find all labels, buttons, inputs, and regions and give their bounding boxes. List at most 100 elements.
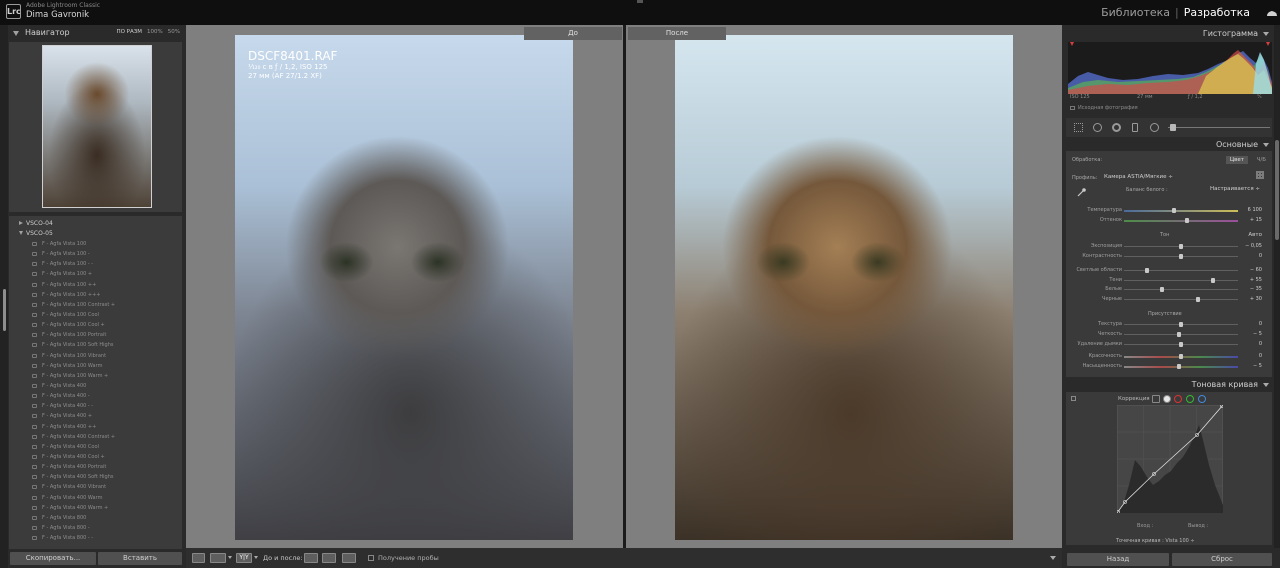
previous-button[interactable]: Назад [1067, 553, 1169, 566]
preset-item[interactable]: F - Agfa Vista 400 Warm + [9, 503, 182, 513]
zoom-100[interactable]: 100% [147, 29, 163, 35]
profile-dropdown[interactable]: Камера ASTIA/Мягкие ÷ [1104, 174, 1173, 180]
slider-track[interactable] [1124, 270, 1238, 271]
grid-view-button[interactable] [210, 553, 226, 563]
slider-track[interactable] [1124, 334, 1238, 335]
tone-curve-header[interactable]: Тоновая кривая [1066, 379, 1272, 391]
brush-slider-knob[interactable] [1170, 124, 1176, 131]
module-develop[interactable]: Разработка [1184, 6, 1250, 19]
preset-item[interactable]: F - Agfa Vista 400 ++ [9, 422, 182, 432]
slider-knob[interactable] [1176, 364, 1181, 369]
preset-item[interactable]: F - Agfa Vista 400 + [9, 411, 182, 421]
slider-value[interactable]: 0 [1259, 341, 1262, 347]
preset-item[interactable]: F - Agfa Vista 100 [9, 239, 182, 249]
soft-proofing-checkbox[interactable] [368, 555, 374, 561]
reset-button[interactable]: Сброс [1172, 553, 1272, 566]
slider-value[interactable]: − 35 [1250, 286, 1262, 292]
slider-value[interactable]: 6 100 [1248, 207, 1262, 213]
navigator-header[interactable]: Навигатор ПО РАЗМ 100% 50% [9, 27, 184, 41]
preset-item[interactable]: F - Agfa Vista 400 [9, 381, 182, 391]
preset-item[interactable]: F - Agfa Vista 100 Vibrant [9, 351, 182, 361]
preset-item[interactable]: F - Agfa Vista 100 Warm + [9, 371, 182, 381]
preset-item[interactable]: F - Agfa Vista 100 ++ [9, 280, 182, 290]
slider-knob[interactable] [1172, 208, 1177, 213]
slider-knob[interactable] [1184, 218, 1189, 223]
slider-knob[interactable] [1179, 342, 1183, 347]
slider-value[interactable]: − 60 [1250, 267, 1262, 273]
preset-item[interactable]: F - Agfa Vista 100 +++ [9, 290, 182, 300]
paste-settings-button[interactable]: Вставить [98, 552, 182, 565]
collapse-triangle-icon[interactable] [1263, 143, 1269, 147]
slider-knob[interactable] [1196, 297, 1201, 302]
slider-value[interactable]: − 5 [1253, 331, 1262, 337]
preset-group-vsco-05[interactable]: VSCO-05 [19, 230, 53, 237]
zoom-fit[interactable]: ПО РАЗМ [116, 29, 142, 35]
preset-item[interactable]: F - Agfa Vista 400 Portrait [9, 462, 182, 472]
preset-item[interactable]: F - Agfa Vista 400 Soft Highs [9, 472, 182, 482]
top-panel-toggle[interactable] [637, 0, 643, 3]
collapse-triangle-icon[interactable] [13, 31, 19, 36]
auto-tone-button[interactable]: Авто [1248, 232, 1262, 238]
preset-item[interactable]: F - Agfa Vista 400 - [9, 391, 182, 401]
preset-item[interactable]: F - Agfa Vista 400 Contrast + [9, 432, 182, 442]
slider-value[interactable]: + 15 [1250, 217, 1262, 223]
treatment-bw-button[interactable]: Ч/Б [1257, 157, 1266, 163]
slider-track[interactable] [1124, 299, 1238, 300]
navigator-thumbnail[interactable] [42, 45, 152, 208]
slider-knob[interactable] [1159, 287, 1164, 292]
graduated-filter-icon[interactable] [1132, 123, 1138, 132]
loupe-view-button[interactable] [192, 553, 205, 563]
slider-knob[interactable] [1210, 278, 1215, 283]
basic-header[interactable]: Основные [1066, 139, 1272, 151]
swap-before-after-button[interactable] [342, 553, 356, 563]
copy-before-to-after-button[interactable] [304, 553, 318, 563]
preset-item[interactable]: F - Agfa Vista 100 Soft Highs [9, 340, 182, 350]
user-name[interactable]: Dima Gavronik [26, 10, 89, 20]
left-panel-scroll-grip[interactable] [3, 289, 6, 331]
original-photo-checkbox[interactable] [1070, 106, 1075, 110]
toolbar-menu-icon[interactable] [1050, 556, 1056, 560]
copy-settings-button[interactable]: Скопировать... [10, 552, 96, 565]
slider-track[interactable] [1124, 289, 1238, 290]
point-curve-rgb-icon[interactable] [1163, 395, 1171, 403]
preset-item[interactable]: F - Agfa Vista 400 Warm [9, 493, 182, 503]
preset-item[interactable]: F - Agfa Vista 400 Cool + [9, 452, 182, 462]
chevron-down-icon[interactable] [228, 556, 232, 559]
right-panel-scroll-thumb[interactable] [1275, 140, 1279, 240]
slider-value[interactable]: − 5 [1253, 363, 1262, 369]
slider-knob[interactable] [1176, 332, 1181, 337]
preset-item[interactable]: F - Agfa Vista 400 Cool [9, 442, 182, 452]
preset-group-vsco-04[interactable]: VSCO-04 [19, 220, 53, 227]
slider-track[interactable] [1124, 210, 1238, 212]
slider-track[interactable] [1124, 220, 1238, 222]
slider-value[interactable]: + 55 [1250, 277, 1262, 283]
tone-curve-toggle[interactable] [1071, 396, 1076, 401]
slider-value[interactable]: − 0,05 [1245, 243, 1262, 249]
preset-item[interactable]: F - Agfa Vista 400 Vibrant [9, 482, 182, 492]
slider-knob[interactable] [1179, 254, 1183, 259]
chevron-down-icon[interactable] [254, 556, 258, 559]
before-photo[interactable]: DSCF8401.RAF ¹⁄₁₂₀ с в ƒ / 1,2, ISO 125 … [235, 35, 573, 540]
histogram-header[interactable]: Гистограмма [1066, 28, 1272, 40]
before-after-side-by-side-button[interactable]: Y|Y [236, 553, 252, 563]
eyedropper-icon[interactable] [1076, 187, 1087, 198]
treatment-color-button[interactable]: Цвет [1225, 156, 1248, 164]
zoom-50[interactable]: 50% [168, 29, 180, 35]
point-curve-preset-dropdown[interactable]: Точечная кривая : Vista 100 ÷ [1116, 538, 1195, 544]
slider-knob[interactable] [1144, 268, 1149, 273]
red-eye-icon[interactable] [1112, 123, 1121, 132]
preset-item[interactable]: F - Agfa Vista 800 [9, 513, 182, 523]
profile-browser-icon[interactable] [1256, 171, 1264, 179]
slider-value[interactable]: 0 [1259, 353, 1262, 359]
preset-item[interactable]: F - Agfa Vista 100 - - [9, 259, 182, 269]
slider-value[interactable]: 0 [1259, 321, 1262, 327]
preset-item[interactable]: F - Agfa Vista 100 Cool + [9, 320, 182, 330]
spot-removal-icon[interactable] [1093, 123, 1102, 132]
preset-item[interactable]: F - Agfa Vista 100 Warm [9, 361, 182, 371]
slider-value[interactable]: 0 [1259, 253, 1262, 259]
slider-track[interactable] [1124, 366, 1238, 368]
white-balance-dropdown[interactable]: Настраивается ÷ [1210, 186, 1260, 192]
preset-item[interactable]: F - Agfa Vista 100 Portrait [9, 330, 182, 340]
slider-value[interactable]: + 30 [1250, 296, 1262, 302]
point-curve-red-icon[interactable] [1174, 395, 1182, 403]
